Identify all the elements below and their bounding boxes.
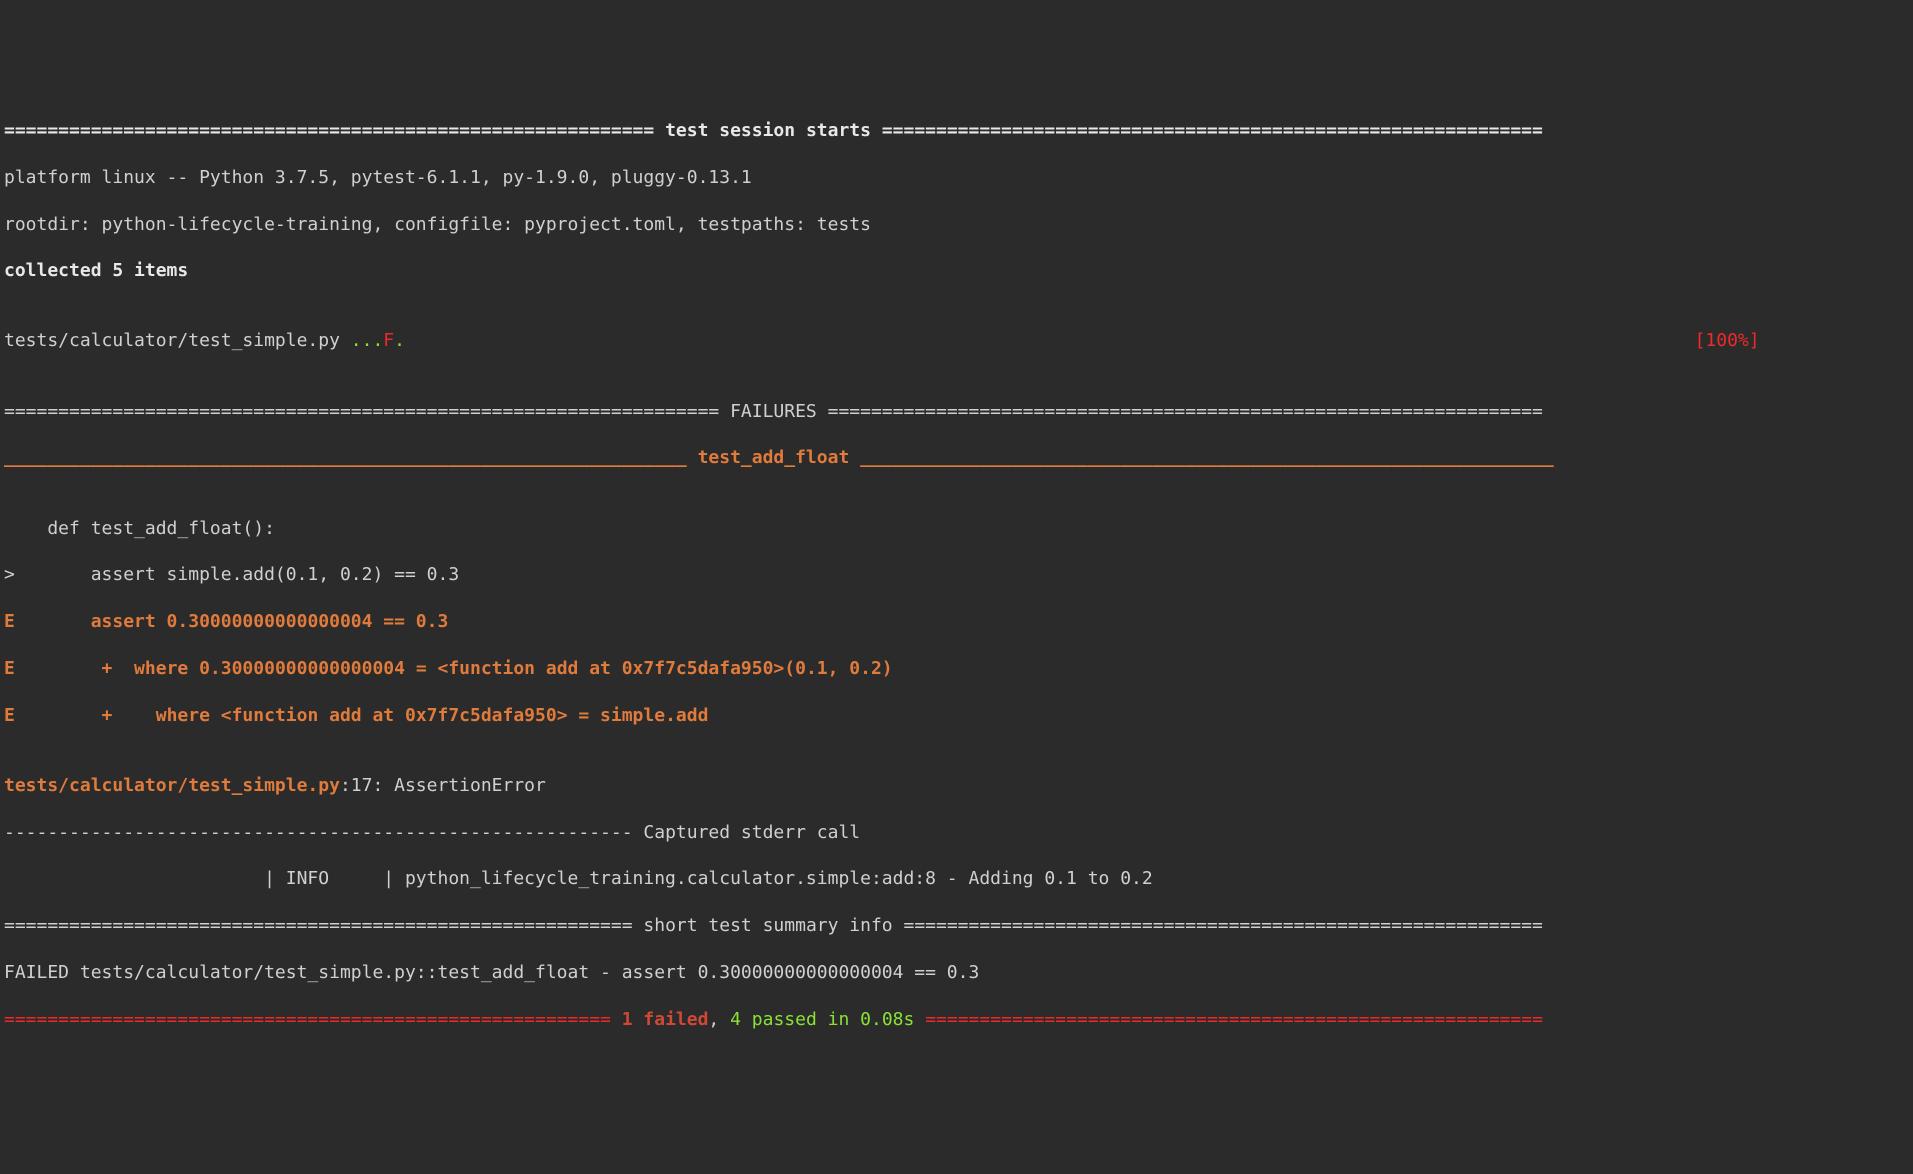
failed-test-name: test_add_float [698,447,850,468]
pass-dots: ... [351,330,384,351]
error-line-1: E assert 0.30000000000000004 == 0.3 [4,610,1909,633]
test-name-header-line: ________________________________________… [4,446,1909,469]
collected-items: collected 5 items [4,259,1909,282]
code-def-line: def test_add_float(): [4,517,1909,540]
final-result-line: ========================================… [4,1008,1909,1031]
error-location-suffix: :17: AssertionError [340,775,546,796]
test-file-result-line: tests/calculator/test_simple.py ...F. [1… [4,329,1909,352]
comma-sep: , [708,1009,730,1030]
error-file-path: tests/calculator/test_simple.py [4,775,340,796]
error-prefix: E [4,611,91,632]
fail-marker: F [383,330,394,351]
progress-percent: [100%] [1695,330,1760,351]
error-line-3: E + where <function add at 0x7f7c5dafa95… [4,704,1909,727]
rule-text: ========================================… [817,401,1543,422]
error-text: assert 0.30000000000000004 == 0.3 [91,611,449,632]
passed-count: 4 passed [730,1009,817,1030]
terminal-output: ========================================… [4,96,1909,1055]
rule-text: ========================================… [893,915,1543,936]
code-assert-line: > assert simple.add(0.1, 0.2) == 0.3 [4,563,1909,586]
duration: 0.08s [860,1009,914,1030]
error-text: + where 0.30000000000000004 = <function … [102,658,893,679]
rule-text: ========================================… [871,120,1543,141]
rule-text: ========================================… [914,1009,1543,1030]
session-header-line: ========================================… [4,119,1909,142]
test-file-path: tests/calculator/test_simple.py [4,330,351,351]
error-location-line: tests/calculator/test_simple.py:17: Asse… [4,774,1909,797]
rule-text: ========================================… [4,1009,622,1030]
pass-dots: . [394,330,405,351]
failed-count: 1 failed [622,1009,709,1030]
error-prefix: E [4,658,102,679]
in-label: in [817,1009,860,1030]
rule-text: ========================================… [4,401,730,422]
summary-header-line: ========================================… [4,914,1909,937]
error-line-2: E + where 0.30000000000000004 = <functio… [4,657,1909,680]
padding [405,330,1695,351]
rule-text: ----------------------------------------… [4,822,643,843]
platform-info: platform linux -- Python 3.7.5, pytest-6… [4,166,1909,189]
log-output: | INFO | python_lifecycle_training.calcu… [4,867,1909,890]
error-prefix: E [4,705,102,726]
rule-text: ________________________________________… [4,447,698,468]
captured-title: Captured stderr call [643,822,860,843]
rootdir-info: rootdir: python-lifecycle-training, conf… [4,213,1909,236]
rule-text: ________________________________________… [849,447,1553,468]
failures-header-line: ========================================… [4,400,1909,423]
session-title: test session starts [665,120,871,141]
rule-text: ========================================… [4,915,643,936]
summary-title: short test summary info [643,915,892,936]
error-text: + where <function add at 0x7f7c5dafa950>… [102,705,709,726]
captured-stderr-header: ----------------------------------------… [4,821,1909,844]
failed-summary-line: FAILED tests/calculator/test_simple.py::… [4,961,1909,984]
failures-title: FAILURES [730,401,817,422]
rule-text: ========================================… [4,120,665,141]
